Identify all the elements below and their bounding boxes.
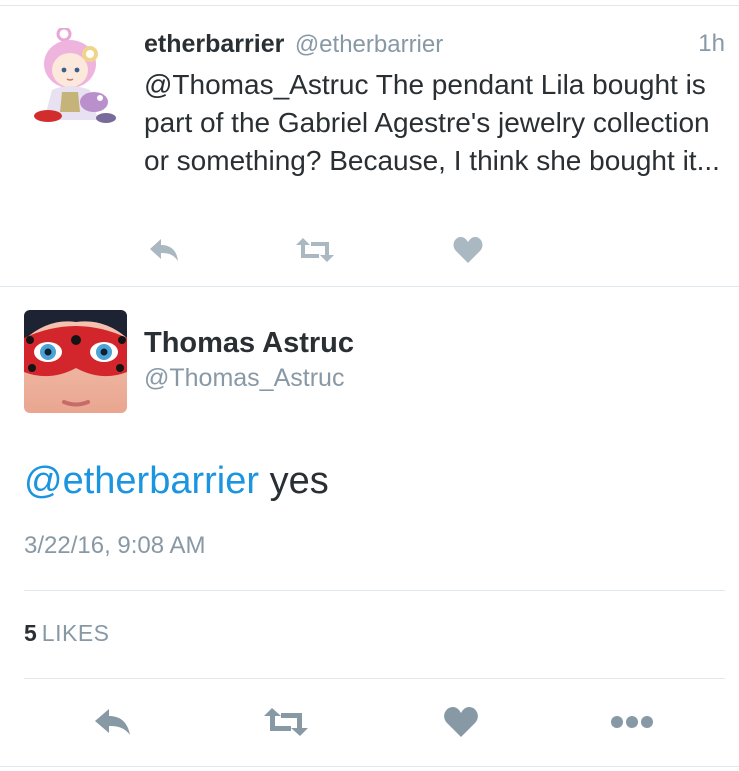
- heart-icon[interactable]: [448, 230, 488, 270]
- likes-stat[interactable]: 5 LIKES: [24, 620, 110, 647]
- tweet-text: @etherbarrier yes: [24, 460, 329, 503]
- reply-icon[interactable]: [88, 700, 136, 744]
- tweet-header: etherbarrier @etherbarrier 1h: [144, 30, 725, 62]
- avatar[interactable]: [24, 28, 124, 128]
- divider: [24, 590, 725, 591]
- display-name[interactable]: Thomas Astruc: [144, 327, 354, 360]
- tweet-actions: [0, 700, 739, 744]
- retweet-icon[interactable]: [262, 700, 310, 744]
- avatar-illustration: [24, 28, 124, 128]
- avatar-illustration: [24, 310, 127, 413]
- bottom-divider: [0, 766, 739, 767]
- avatar[interactable]: [24, 310, 127, 413]
- tweet-time: 1h: [698, 30, 725, 57]
- divider: [24, 678, 725, 679]
- tweet-actions: [144, 230, 544, 270]
- heart-icon[interactable]: [437, 700, 485, 744]
- user-handle[interactable]: @Thomas_Astruc: [144, 364, 344, 393]
- reply-icon[interactable]: [144, 230, 184, 270]
- display-name[interactable]: etherbarrier: [144, 30, 284, 58]
- tweet-text-body: yes: [269, 460, 329, 502]
- likes-count: 5: [24, 620, 37, 646]
- tweet-timestamp: 3/22/16, 9:08 AM: [24, 532, 206, 559]
- reply-tweet[interactable]: etherbarrier @etherbarrier 1h @Thomas_As…: [0, 6, 739, 286]
- mention-link[interactable]: @etherbarrier: [24, 460, 259, 502]
- retweet-icon[interactable]: [295, 230, 335, 270]
- tweet-divider: [0, 286, 739, 287]
- likes-label: LIKES: [41, 620, 110, 646]
- more-dots-icon[interactable]: [608, 700, 656, 744]
- user-handle[interactable]: @etherbarrier: [295, 31, 443, 58]
- tweet-text: @Thomas_Astruc The pendant Lila bought i…: [144, 69, 720, 176]
